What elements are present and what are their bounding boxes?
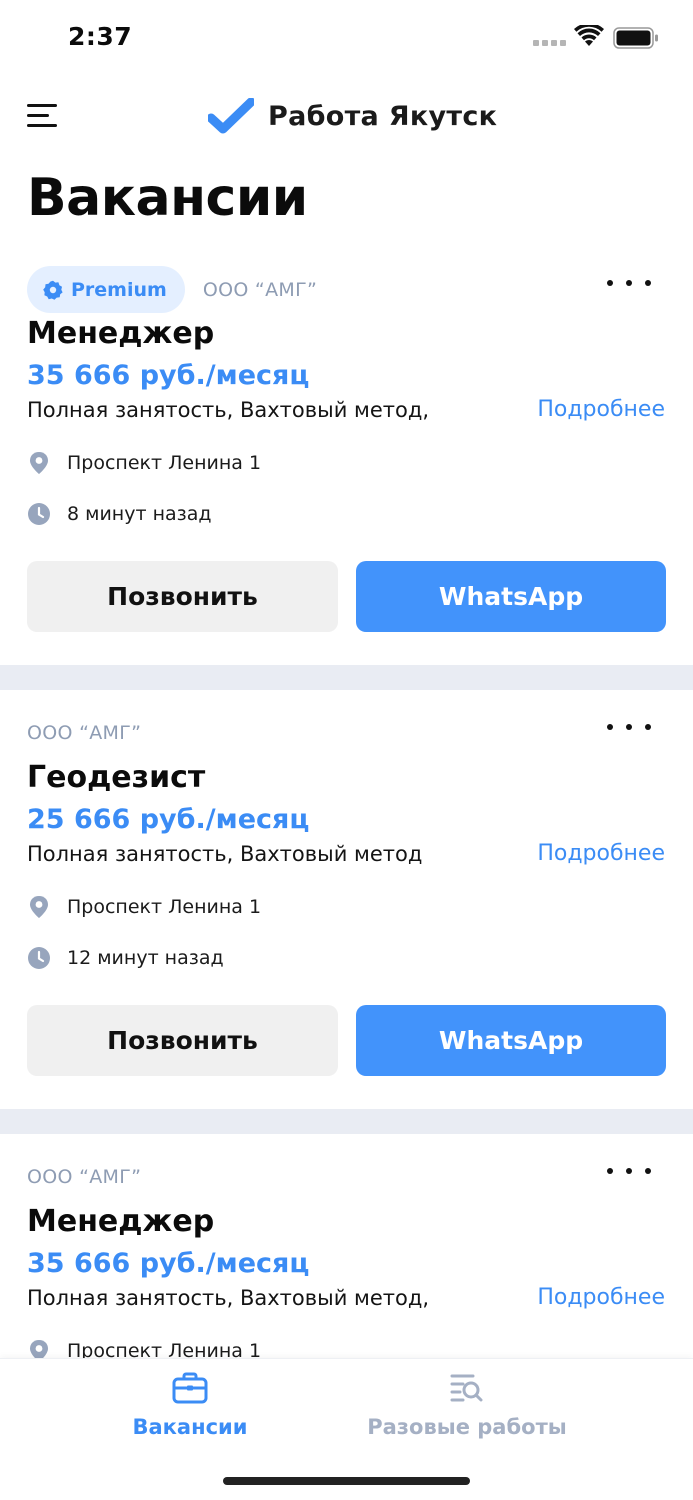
page-title: Вакансии (27, 168, 308, 228)
wifi-icon (574, 25, 604, 46)
cellular-signal-icon (533, 40, 566, 46)
hamburger-menu-icon[interactable] (27, 104, 59, 130)
tab-label: Вакансии (132, 1415, 248, 1439)
list-search-icon (450, 1374, 483, 1402)
app-header: Работа Якутск (0, 84, 693, 150)
location-pin-icon (30, 896, 48, 918)
job-salary: 35 666 руб./месяц (27, 360, 310, 391)
location-pin-icon (30, 452, 48, 474)
address: Проспект Ленина 1 (67, 452, 262, 474)
card-header-row: ООО “АМГ” (27, 1166, 141, 1188)
card-separator (0, 1109, 693, 1134)
home-indicator[interactable] (223, 1477, 470, 1485)
posted-time-row: 8 минут назад (27, 502, 212, 526)
company-name: ООО “АМГ” (202, 278, 318, 301)
app-logo: Работа Якутск (208, 98, 497, 134)
premium-gear-icon (43, 280, 63, 300)
job-title[interactable]: Геодезист (27, 760, 205, 795)
premium-badge[interactable]: Premium (27, 266, 185, 313)
clock-icon (28, 503, 50, 525)
job-card[interactable]: Premium ООО “АМГ” Менеджер 35 666 руб./м… (0, 258, 693, 665)
whatsapp-button[interactable]: WhatsApp (356, 1005, 666, 1076)
employment-type: Полная занятость, Вахтовый метод, (27, 1286, 430, 1310)
more-options-icon[interactable] (607, 280, 651, 286)
job-card[interactable]: ООО “АМГ” Геодезист 25 666 руб./месяц По… (0, 690, 693, 1109)
address: Проспект Ленина 1 (67, 896, 262, 918)
tab-one-time-jobs[interactable]: Разовые работы (317, 1359, 617, 1449)
clock-icon (28, 947, 50, 969)
briefcase-icon (172, 1372, 208, 1404)
more-options-icon[interactable] (607, 724, 651, 730)
status-time: 2:37 (68, 22, 133, 51)
employment-type: Полная занятость, Вахтовый метод, (27, 398, 430, 422)
job-title[interactable]: Менеджер (27, 316, 214, 351)
posted-time: 8 минут назад (67, 503, 212, 525)
status-bar: 2:37 (0, 0, 693, 76)
company-name: ООО “АМГ” (27, 722, 142, 744)
job-title[interactable]: Менеджер (27, 1204, 214, 1239)
tab-label: Разовые работы (367, 1415, 567, 1439)
details-link[interactable]: Подробнее (537, 397, 665, 422)
whatsapp-button[interactable]: WhatsApp (356, 561, 666, 632)
card-separator (0, 665, 693, 690)
call-button[interactable]: Позвонить (27, 1005, 338, 1076)
app-name: Работа Якутск (268, 100, 498, 132)
posted-time: 12 минут назад (67, 947, 224, 969)
more-options-icon[interactable] (607, 1168, 651, 1174)
address-row: Проспект Ленина 1 (27, 451, 261, 475)
job-card[interactable]: ООО “АМГ” Менеджер 35 666 руб./месяц Пол… (0, 1134, 693, 1374)
address-row: Проспект Ленина 1 (27, 895, 261, 919)
tab-vacancies[interactable]: Вакансии (40, 1359, 340, 1449)
company-name: ООО “АМГ” (27, 1166, 142, 1188)
job-salary: 25 666 руб./месяц (27, 804, 310, 835)
checkmark-logo-icon (208, 98, 254, 134)
premium-label: Premium (71, 278, 167, 301)
posted-time-row: 12 минут назад (27, 946, 224, 970)
card-header-row: Premium ООО “АМГ” (27, 266, 317, 313)
call-button[interactable]: Позвонить (27, 561, 338, 632)
battery-icon (613, 27, 658, 49)
employment-type: Полная занятость, Вахтовый метод (27, 842, 423, 866)
details-link[interactable]: Подробнее (537, 1285, 665, 1310)
card-header-row: ООО “АМГ” (27, 722, 141, 744)
job-salary: 35 666 руб./месяц (27, 1248, 310, 1279)
details-link[interactable]: Подробнее (537, 841, 665, 866)
